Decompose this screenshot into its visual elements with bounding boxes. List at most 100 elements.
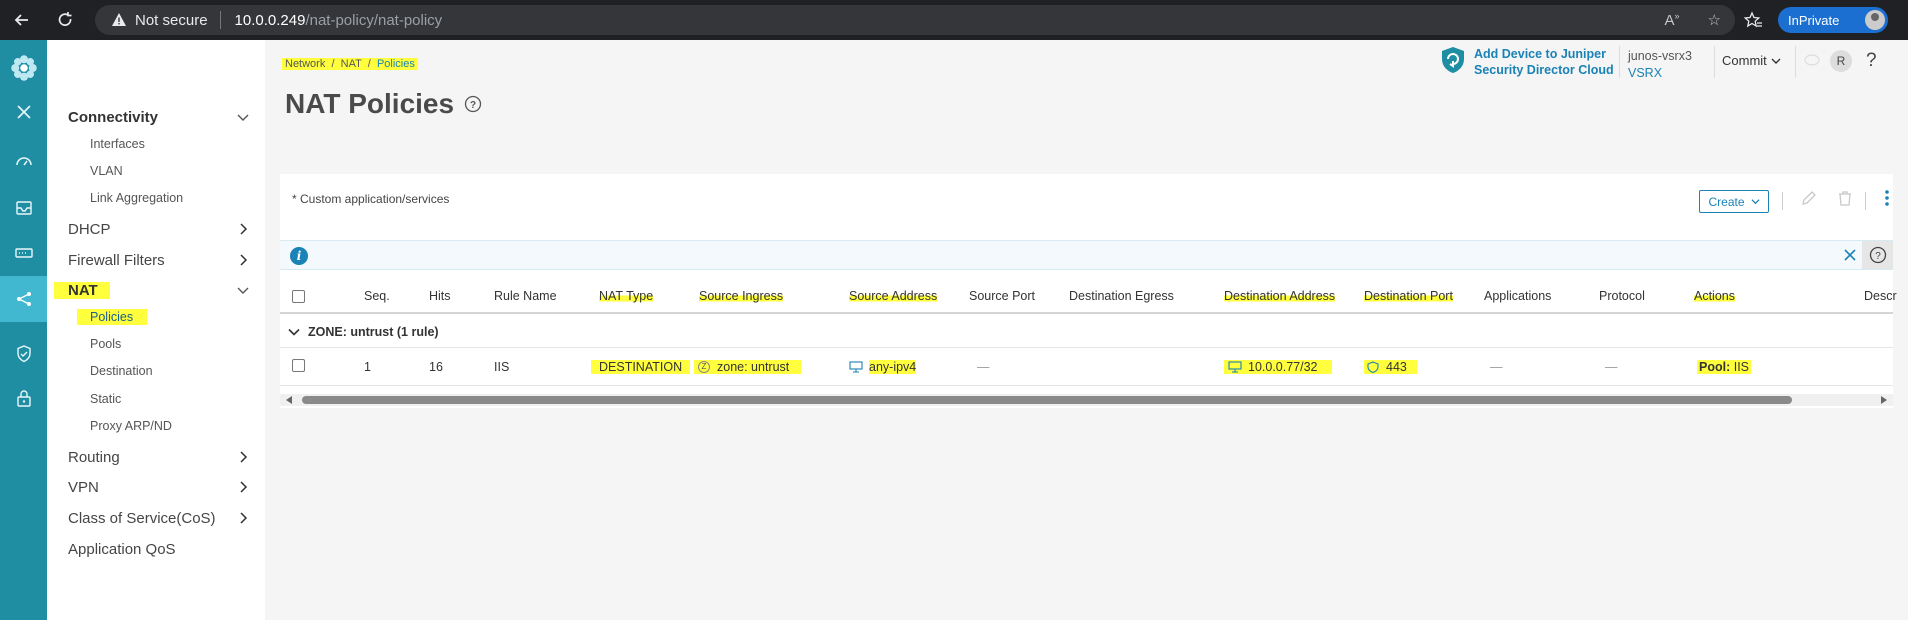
breadcrumb: Network / NAT / Policies — [282, 58, 418, 70]
inprivate-badge[interactable]: InPrivate — [1778, 7, 1888, 33]
nav-policies[interactable]: Policies — [77, 309, 148, 325]
profile-avatar-icon — [1865, 10, 1885, 30]
chevron-right-icon — [240, 451, 248, 463]
scroll-thumb[interactable] — [302, 396, 1792, 404]
cell-seq: 1 — [364, 360, 371, 374]
browser-toolbar: Not secure 10.0.0.249/nat-policy/nat-pol… — [0, 0, 1908, 40]
zone-group-row[interactable]: ZONE: untrust (1 rule) — [280, 316, 1893, 348]
nav-vlan[interactable]: VLAN — [90, 164, 123, 178]
cell-rule-name: IIS — [494, 360, 510, 374]
lock-icon[interactable] — [0, 376, 47, 420]
breadcrumb-policies: Policies — [376, 58, 415, 70]
add-device-sd-cloud-link[interactable]: Add Device to Juniper Security Director … — [1440, 46, 1614, 78]
col-nat-type[interactable]: NAT Type — [599, 289, 654, 303]
commit-dropdown[interactable]: Commit — [1722, 53, 1781, 68]
col-source-address[interactable]: Source Address — [849, 289, 938, 303]
col-hits[interactable]: Hits — [429, 289, 451, 303]
notification-icon[interactable] — [1804, 53, 1820, 67]
chevron-down-icon — [237, 114, 249, 121]
nav-routing[interactable]: Routing — [68, 449, 250, 466]
horizontal-scrollbar[interactable] — [280, 394, 1893, 406]
col-destination-port[interactable]: Destination Port — [1364, 289, 1453, 303]
device-type: VSRX — [1628, 66, 1663, 80]
juniper-logo-icon[interactable] — [0, 46, 47, 90]
address-bar[interactable]: Not secure 10.0.0.249/nat-policy/nat-pol… — [95, 5, 1735, 35]
col-destination-address[interactable]: Destination Address — [1224, 289, 1336, 303]
more-options-icon[interactable] — [1877, 188, 1897, 208]
cell-hits: 16 — [429, 360, 443, 374]
col-source-port[interactable]: Source Port — [969, 289, 1035, 303]
back-icon[interactable] — [2, 0, 42, 40]
col-protocol[interactable]: Protocol — [1599, 289, 1645, 303]
service-shield-icon — [1367, 361, 1379, 373]
security-shield-icon[interactable] — [0, 332, 47, 376]
nat-policies-card: * Custom application/services Create i ?… — [280, 174, 1897, 408]
nav-proxy-arp[interactable]: Proxy ARP/ND — [90, 419, 172, 433]
address-object-icon — [1228, 361, 1242, 373]
help-icon[interactable]: ? — [1866, 50, 1877, 72]
cell-destination-address: 10.0.0.77/32 — [1224, 360, 1332, 374]
devices-icon[interactable] — [0, 231, 47, 275]
nav-link-aggregation[interactable]: Link Aggregation — [90, 191, 183, 205]
select-all-checkbox[interactable] — [292, 290, 305, 303]
edit-pencil-icon[interactable] — [1799, 188, 1819, 208]
breadcrumb-network[interactable]: Network — [285, 58, 325, 70]
col-applications[interactable]: Applications — [1484, 289, 1551, 303]
svg-text:?: ? — [470, 100, 476, 111]
nav-dhcp[interactable]: DHCP — [68, 221, 250, 238]
close-info-icon[interactable] — [1840, 245, 1860, 265]
user-avatar[interactable]: R — [1830, 50, 1852, 72]
table-help-button[interactable]: ? — [1862, 241, 1893, 269]
nav-firewall-filters[interactable]: Firewall Filters — [68, 252, 250, 269]
nav-application-qos[interactable]: Application QoS — [68, 541, 250, 558]
col-destination-egress[interactable]: Destination Egress — [1069, 289, 1174, 303]
cell-protocol: — — [1605, 360, 1618, 374]
chevron-right-icon — [240, 512, 248, 524]
url-text: 10.0.0.249/nat-policy/nat-policy — [234, 11, 443, 29]
col-seq[interactable]: Seq. — [364, 289, 390, 303]
favorites-icon[interactable] — [1743, 10, 1763, 30]
scroll-right-arrow[interactable] — [1881, 396, 1887, 404]
chevron-down-icon — [1750, 199, 1760, 205]
close-icon[interactable] — [0, 90, 47, 134]
cell-source-port: — — [977, 360, 990, 374]
refresh-icon[interactable] — [45, 0, 85, 40]
favorite-star-icon[interactable]: ☆ — [1708, 11, 1721, 29]
nav-connectivity[interactable]: Connectivity — [68, 109, 250, 126]
page-title: NAT Policies ? — [285, 88, 482, 120]
create-button[interactable]: Create — [1699, 190, 1769, 213]
cell-actions: Pool: IIS — [1697, 360, 1752, 374]
table-row[interactable]: 1 16 IIS DESTINATION Z zone: untrust any… — [280, 348, 1893, 386]
nav-pools[interactable]: Pools — [90, 337, 121, 351]
col-description[interactable]: Descr — [1864, 289, 1897, 303]
nav-class-of-service[interactable]: Class of Service(CoS) — [68, 510, 250, 527]
cell-destination-port: 443 — [1364, 360, 1417, 374]
sd-cloud-shield-icon — [1442, 47, 1464, 73]
row-checkbox[interactable] — [292, 359, 305, 372]
device-name: junos-vsrx3 — [1628, 49, 1692, 63]
svg-text:?: ? — [1875, 251, 1881, 262]
custom-services-note: * Custom application/services — [292, 192, 450, 206]
chevron-right-icon — [240, 223, 248, 235]
nav-interfaces[interactable]: Interfaces — [90, 137, 145, 151]
network-icon[interactable] — [0, 276, 47, 322]
delete-trash-icon[interactable] — [1835, 188, 1855, 208]
col-rule-name[interactable]: Rule Name — [494, 289, 557, 303]
col-source-ingress[interactable]: Source Ingress — [699, 289, 784, 303]
info-icon: i — [290, 247, 308, 265]
monitor-icon[interactable] — [0, 186, 47, 230]
nav-nat[interactable]: NAT — [54, 282, 250, 299]
dashboard-icon[interactable] — [0, 139, 47, 183]
help-circle-icon: ? — [1869, 246, 1886, 264]
breadcrumb-nat[interactable]: NAT — [341, 58, 362, 70]
device-info: junos-vsrx3 VSRX — [1628, 48, 1692, 82]
help-circle-icon[interactable]: ? — [464, 95, 482, 113]
cell-source-address: any-ipv4 — [849, 360, 917, 374]
warning-icon — [112, 13, 126, 26]
col-actions[interactable]: Actions — [1694, 289, 1735, 303]
nav-destination[interactable]: Destination — [90, 364, 153, 378]
nav-static[interactable]: Static — [90, 392, 121, 406]
nav-vpn[interactable]: VPN — [68, 479, 250, 496]
scroll-left-arrow[interactable] — [286, 396, 292, 404]
read-aloud-icon[interactable]: A» — [1665, 11, 1680, 29]
